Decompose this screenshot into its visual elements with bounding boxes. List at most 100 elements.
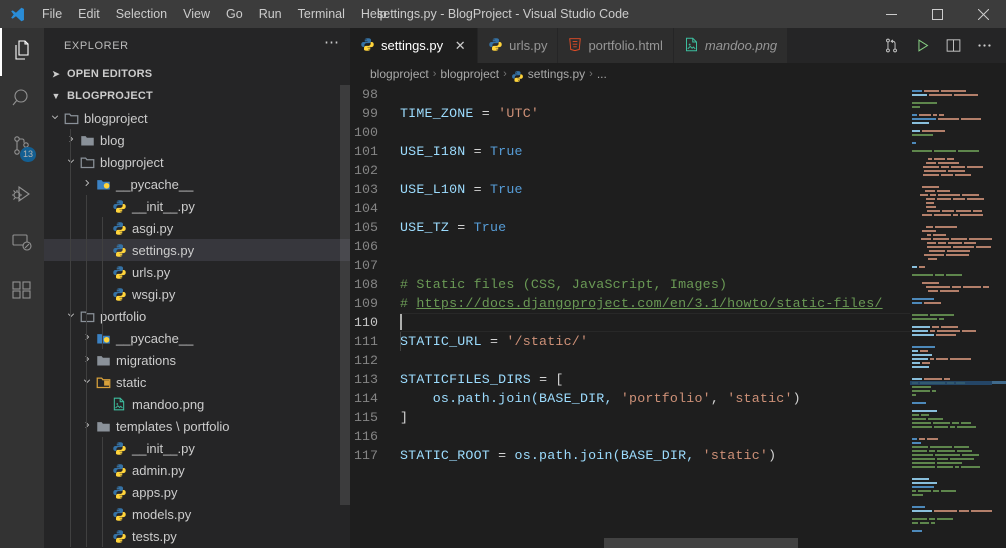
code-line[interactable]: 109 # https://docs.djangoproject.com/en/3…	[350, 294, 1006, 313]
split-editor-icon[interactable]	[939, 28, 967, 63]
tree-folder[interactable]: blogproject	[44, 107, 350, 129]
menu-view[interactable]: View	[175, 0, 218, 28]
close-icon[interactable]	[960, 0, 1006, 28]
code-line[interactable]: 112	[350, 351, 1006, 370]
tree-indent-guide	[86, 393, 87, 547]
code-line[interactable]: 102	[350, 161, 1006, 180]
code-line[interactable]: 104	[350, 199, 1006, 218]
tree-indent-guide	[102, 217, 103, 349]
code-line[interactable]: 103 USE_L10N = True	[350, 180, 1006, 199]
code-line[interactable]: 105 USE_TZ = True	[350, 218, 1006, 237]
breadcrumb[interactable]: blogproject › blogproject › settings.py …	[350, 63, 1006, 85]
code-text: # Static files (CSS, JavaScript, Images)	[400, 277, 728, 292]
ellipsis-icon[interactable]	[970, 28, 998, 63]
activity-search[interactable]	[0, 76, 44, 124]
minimize-icon[interactable]	[868, 0, 914, 28]
breadcrumb-item-0[interactable]: blogproject	[370, 67, 429, 81]
tree-file[interactable]: wsgi.py	[44, 283, 350, 305]
tree-folder[interactable]: __pycache__	[44, 327, 350, 349]
maximize-icon[interactable]	[914, 0, 960, 28]
folder-icon	[94, 419, 112, 434]
activity-remote-explorer[interactable]	[0, 220, 44, 268]
activity-extensions[interactable]	[0, 268, 44, 316]
line-number: 113	[354, 372, 378, 387]
activity-explorer[interactable]	[0, 28, 44, 76]
code-line[interactable]: 111 STATIC_URL = '/static/'	[350, 332, 1006, 351]
tab-label: urls.py	[509, 38, 548, 53]
line-number: 110	[354, 315, 378, 330]
tree-file[interactable]: asgi.py	[44, 217, 350, 239]
code-line[interactable]: 116	[350, 427, 1006, 446]
menu-file[interactable]: File	[34, 0, 70, 28]
tab-portfolio-html[interactable]: portfolio.html	[558, 28, 674, 63]
breadcrumb-item-1[interactable]: blogproject	[440, 67, 499, 81]
activity-run-and-debug[interactable]	[0, 172, 44, 220]
menu-selection[interactable]: Selection	[108, 0, 175, 28]
file-tree[interactable]: blogproject blog blogproject __pycache__ __i…	[44, 107, 350, 548]
tree-folder[interactable]: portfolio	[44, 305, 350, 327]
tree-item-label: mandoo.png	[132, 396, 205, 412]
tree-file[interactable]: admin.py	[44, 459, 350, 481]
tree-file[interactable]: settings.py	[44, 239, 350, 261]
chevron-down-icon	[80, 376, 94, 388]
code-line[interactable]: 106	[350, 237, 1006, 256]
chevron-right-icon: ›	[503, 68, 507, 80]
tree-file[interactable]: mandoo.png	[44, 393, 350, 415]
tree-file[interactable]: tests.py	[44, 525, 350, 547]
tree-folder[interactable]: static	[44, 371, 350, 393]
tree-file[interactable]: __init__.py	[44, 195, 350, 217]
python-icon	[110, 199, 128, 214]
code-line[interactable]: 98	[350, 85, 1006, 104]
ellipsis-icon[interactable]: ⋯	[324, 35, 340, 50]
editor-horizontal-scrollbar[interactable]	[400, 538, 910, 548]
tree-file[interactable]: __init__.py	[44, 437, 350, 459]
breadcrumb-item-2[interactable]: settings.py	[511, 67, 585, 82]
tree-folder[interactable]: migrations	[44, 349, 350, 371]
line-number: 116	[354, 429, 378, 444]
section-blogproject[interactable]: ▼ BLOGPROJECT	[44, 85, 350, 107]
tree-folder[interactable]: templates \ portfolio	[44, 415, 350, 437]
tree-indent-guide	[70, 129, 71, 547]
code-editor[interactable]: 98 99 TIME_ZONE = 'UTC' 100 101 USE_I18N = Tr…	[350, 85, 1006, 548]
section-open-editors[interactable]: ➤ OPEN EDITORS	[44, 63, 350, 85]
code-line[interactable]: 108 # Static files (CSS, JavaScript, Imag…	[350, 275, 1006, 294]
tree-folder[interactable]: blogproject	[44, 151, 350, 173]
chevron-right-icon	[64, 134, 78, 146]
code-line[interactable]: 117 STATIC_ROOT = os.path.join(BASE_DIR, …	[350, 446, 1006, 465]
breadcrumb-item-3[interactable]: ...	[597, 67, 607, 81]
tab-urls-py[interactable]: urls.py	[478, 28, 559, 63]
menu-bar[interactable]: File Edit Selection View Go Run Terminal…	[34, 0, 395, 28]
play-icon[interactable]	[908, 28, 936, 63]
activity-source-control[interactable]: 13	[0, 124, 44, 172]
minimap[interactable]	[910, 85, 992, 548]
code-line[interactable]: 110	[350, 313, 1006, 332]
menu-help[interactable]: Help	[353, 0, 395, 28]
code-line[interactable]: 99 TIME_ZONE = 'UTC'	[350, 104, 1006, 123]
menu-edit[interactable]: Edit	[70, 0, 108, 28]
menu-go[interactable]: Go	[218, 0, 251, 28]
code-line[interactable]: 115]	[350, 408, 1006, 427]
code-lines[interactable]: 98 99 TIME_ZONE = 'UTC' 100 101 USE_I18N = Tr…	[350, 85, 1006, 548]
menu-terminal[interactable]: Terminal	[290, 0, 353, 28]
code-line[interactable]: 100	[350, 123, 1006, 142]
scrollbar-thumb[interactable]	[604, 538, 798, 548]
editor-vertical-scrollbar[interactable]	[992, 85, 1006, 548]
tree-folder[interactable]: blog	[44, 129, 350, 151]
tree-file[interactable]: urls.py	[44, 261, 350, 283]
code-line[interactable]: 101 USE_I18N = True	[350, 142, 1006, 161]
sidebar-scrollbar[interactable]	[340, 85, 350, 505]
code-line[interactable]: 114 os.path.join(BASE_DIR, 'portfolio', …	[350, 389, 1006, 408]
tab-settings-py[interactable]: settings.py ✕	[350, 28, 479, 63]
line-number: 100	[354, 125, 378, 140]
code-line[interactable]: 107	[350, 256, 1006, 275]
tree-item-label: wsgi.py	[132, 286, 176, 302]
tab-mandoo-png[interactable]: mandoo.png	[673, 28, 789, 63]
compare-changes-icon[interactable]	[877, 28, 905, 63]
tree-file[interactable]: apps.py	[44, 481, 350, 503]
tree-folder[interactable]: __pycache__	[44, 173, 350, 195]
close-icon[interactable]: ✕	[453, 38, 467, 54]
code-line[interactable]: 113 STATICFILES_DIRS = [	[350, 370, 1006, 389]
menu-run[interactable]: Run	[251, 0, 290, 28]
python-icon	[110, 243, 128, 258]
tree-file[interactable]: models.py	[44, 503, 350, 525]
